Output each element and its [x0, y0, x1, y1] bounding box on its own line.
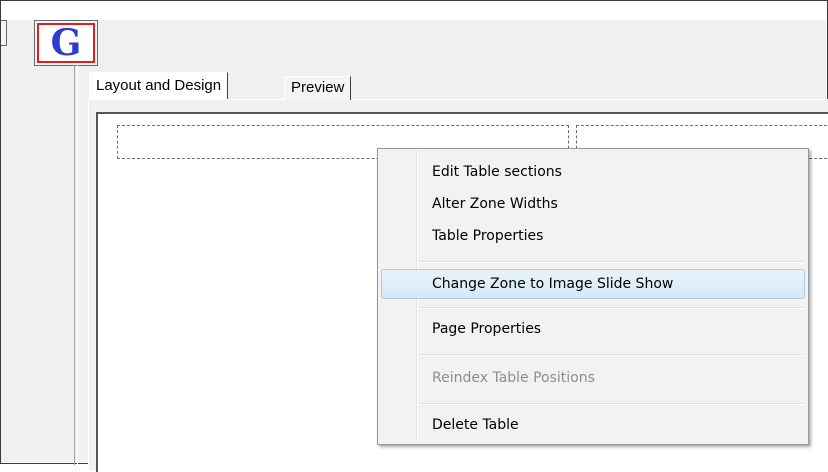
logo-g-icon: G: [37, 23, 95, 63]
tab-label: Layout and Design: [96, 77, 222, 94]
logo-letter: G: [50, 22, 82, 64]
menu-separator: [419, 261, 804, 263]
menu-item-label: Alter Zone Widths: [432, 196, 558, 212]
menu-item-alter-zone-widths[interactable]: Alter Zone Widths: [381, 189, 805, 219]
tab-preview[interactable]: Preview: [284, 76, 352, 100]
menu-item-table-properties[interactable]: Table Properties: [381, 221, 805, 251]
menu-item-label: Table Properties: [432, 228, 544, 244]
menu-item-label: Edit Table sections: [432, 164, 562, 180]
context-menu: Edit Table sections Alter Zone Widths Ta…: [377, 148, 809, 445]
menu-item-edit-table-sections[interactable]: Edit Table sections: [381, 157, 805, 187]
menu-item-label: Page Properties: [432, 321, 542, 337]
toolbar-button-partial[interactable]: [1, 20, 7, 46]
menu-separator: [419, 354, 804, 356]
menu-item-delete-table[interactable]: Delete Table: [381, 410, 805, 440]
menu-separator: [419, 403, 804, 405]
tab-layout-and-design[interactable]: Layout and Design: [89, 72, 229, 99]
menu-separator: [419, 307, 804, 309]
vertical-divider: [74, 65, 78, 465]
tab-label: Preview: [291, 79, 345, 96]
menu-item-page-properties[interactable]: Page Properties: [381, 314, 805, 344]
menu-item-label: Delete Table: [432, 417, 519, 433]
menu-item-change-zone-to-image-slide-show[interactable]: Change Zone to Image Slide Show: [381, 269, 805, 299]
menu-item-label: Reindex Table Positions: [432, 370, 595, 386]
menu-item-reindex-table-positions: Reindex Table Positions: [381, 363, 805, 393]
menu-item-label: Change Zone to Image Slide Show: [432, 276, 674, 292]
logo-button[interactable]: G: [34, 20, 98, 66]
